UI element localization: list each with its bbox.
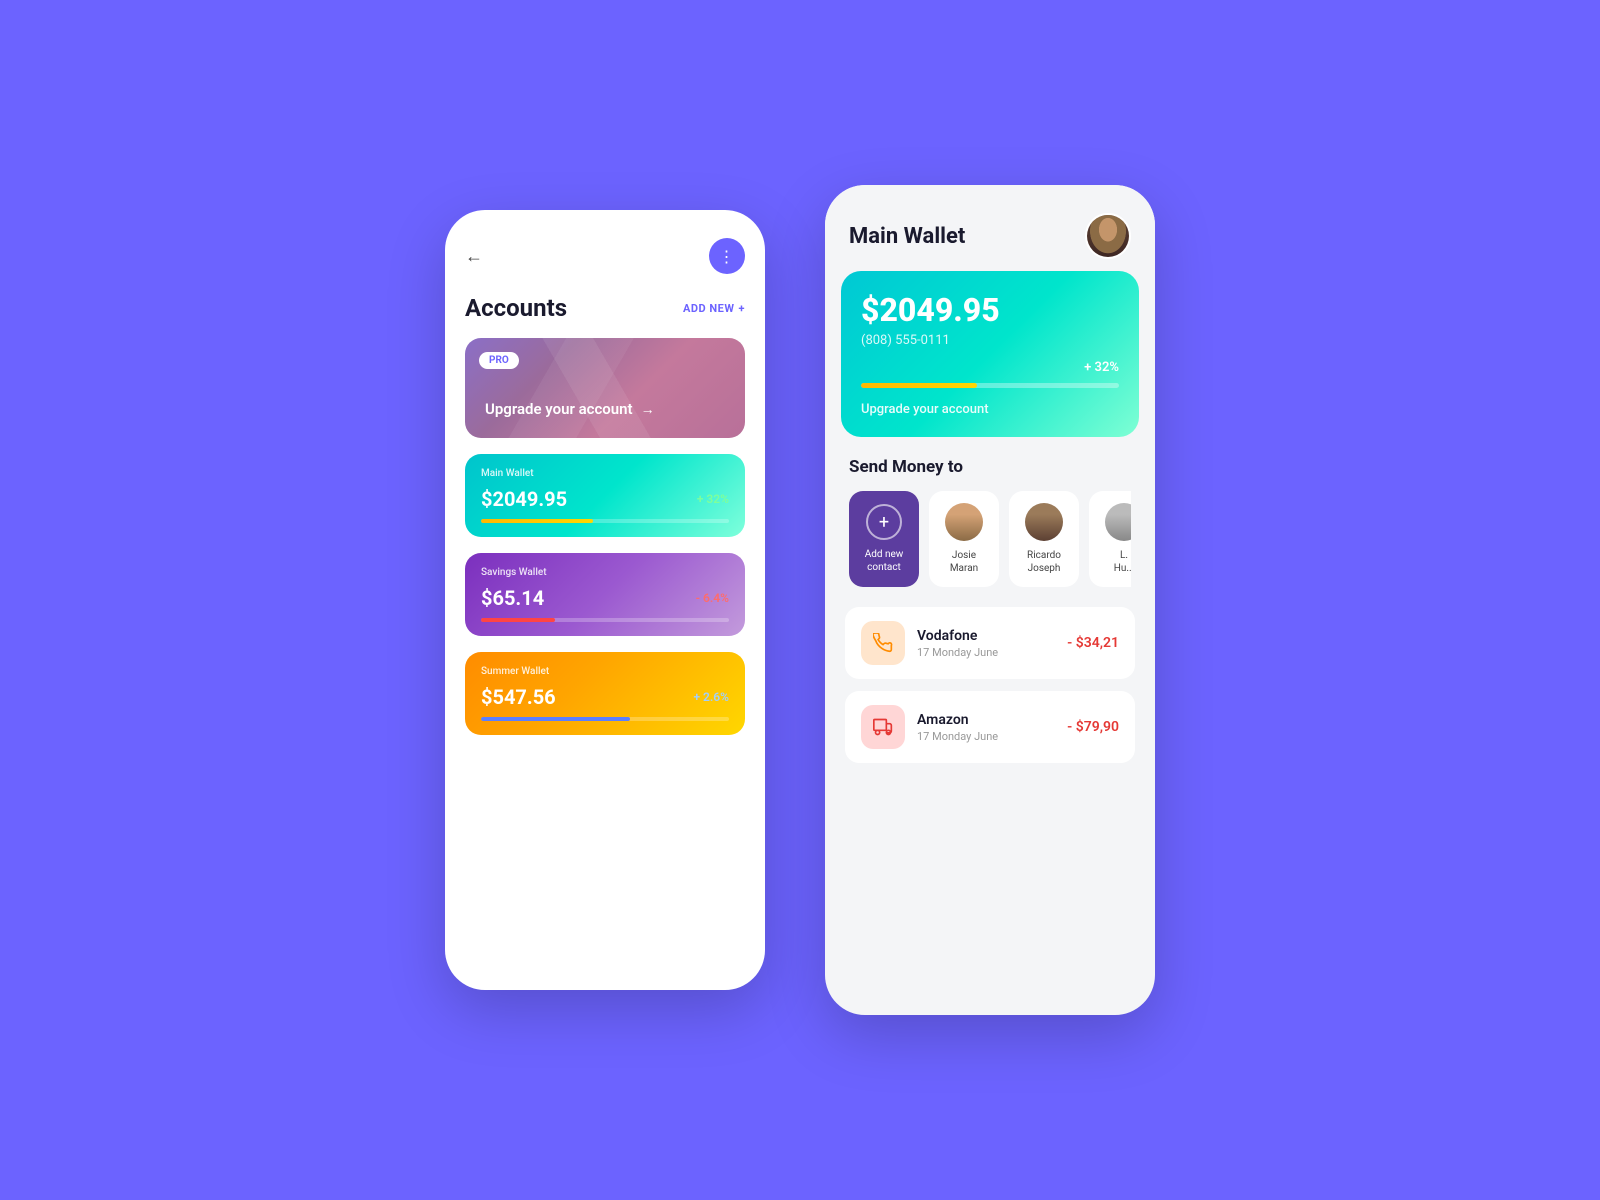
amazon-amount: - $79,90 (1067, 719, 1119, 735)
wallet-name-main: Main Wallet (481, 468, 729, 479)
amazon-icon (861, 705, 905, 749)
contact-ricardo[interactable]: RicardoJoseph (1009, 491, 1079, 587)
amazon-info: Amazon 17 Monday June (917, 712, 1055, 743)
progress-fill-summer (481, 717, 630, 721)
transactions-section: Vodafone 17 Monday June - $34,21 Amazon … (825, 599, 1155, 771)
main-wallet-title: Main Wallet (849, 224, 965, 249)
user-avatar[interactable] (1085, 213, 1131, 259)
wallet-percent-main: + 32% (697, 492, 729, 506)
ricardo-name: RicardoJoseph (1027, 549, 1061, 575)
main-progress-fill (861, 383, 977, 388)
menu-button[interactable]: ⋮ (709, 238, 745, 274)
arrow-right-icon: → (641, 401, 655, 418)
right-phone: Main Wallet $2049.95 (808) 555-0111 + 32… (825, 185, 1155, 1015)
vodafone-icon (861, 621, 905, 665)
main-card-percent-row: + 32% (861, 360, 1119, 375)
wallet-percent-summer: + 2.6% (693, 690, 729, 704)
amazon-name: Amazon (917, 712, 1055, 728)
vodafone-info: Vodafone 17 Monday June (917, 628, 1055, 659)
vodafone-date: 17 Monday June (917, 646, 1055, 659)
josie-name: JosieMaran (950, 549, 978, 575)
progress-fill-savings (481, 618, 555, 622)
progress-track-summer (481, 717, 729, 721)
main-percent-badge: + 32% (1084, 360, 1119, 375)
contact-partial[interactable]: L.Hu... (1089, 491, 1131, 587)
progress-track-main (481, 519, 729, 523)
avatar-image (1087, 215, 1129, 257)
progress-track-savings (481, 618, 729, 622)
wallet-amount-summer: $547.56 (481, 685, 556, 709)
send-money-section: Send Money to + Add newcontact JosieMara… (825, 453, 1155, 599)
wallet-percent-savings: - 6.4% (696, 591, 729, 605)
left-phone-header: ← ⋮ (465, 234, 745, 278)
left-phone: ← ⋮ Accounts ADD NEW + PRO Upgrade your … (445, 210, 765, 990)
transaction-vodafone[interactable]: Vodafone 17 Monday June - $34,21 (845, 607, 1135, 679)
transaction-amazon[interactable]: Amazon 17 Monday June - $79,90 (845, 691, 1135, 763)
main-balance: $2049.95 (861, 291, 1119, 329)
contacts-row: + Add newcontact JosieMaran RicardoJosep… (849, 491, 1131, 587)
main-phone-number: (808) 555-0111 (861, 333, 1119, 348)
ricardo-avatar (1025, 503, 1063, 541)
wallet-amount-row-main: $2049.95 + 32% (481, 487, 729, 511)
add-new-plus-icon: + (739, 302, 746, 315)
wallet-amount-main: $2049.95 (481, 487, 567, 511)
add-new-label: ADD NEW (683, 302, 735, 315)
amazon-date: 17 Monday June (917, 730, 1055, 743)
summer-wallet-card[interactable]: Summer Wallet $547.56 + 2.6% (465, 652, 745, 735)
accounts-title-row: Accounts ADD NEW + (465, 294, 745, 322)
partial-avatar (1105, 503, 1131, 541)
right-phone-header: Main Wallet (825, 185, 1155, 271)
partial-name: L.Hu... (1114, 549, 1131, 575)
add-contact-icon: + (866, 504, 902, 540)
pro-upgrade-card[interactable]: PRO Upgrade your account → (465, 338, 745, 438)
main-progress-track (861, 383, 1119, 388)
accounts-title: Accounts (465, 294, 567, 322)
savings-wallet-card[interactable]: Savings Wallet $65.14 - 6.4% (465, 553, 745, 636)
upgrade-label: Upgrade your account → (485, 400, 725, 418)
add-contact-card[interactable]: + Add newcontact (849, 491, 919, 587)
upgrade-account-label: Upgrade your account (861, 402, 1119, 417)
josie-avatar (945, 503, 983, 541)
wallet-amount-savings: $65.14 (481, 586, 544, 610)
wallet-name-savings: Savings Wallet (481, 567, 729, 578)
add-contact-label: Add newcontact (865, 548, 904, 574)
menu-dots-icon: ⋮ (719, 247, 736, 266)
vodafone-amount: - $34,21 (1067, 635, 1119, 651)
wallet-name-summer: Summer Wallet (481, 666, 729, 677)
wallet-amount-row-summer: $547.56 + 2.6% (481, 685, 729, 709)
add-new-button[interactable]: ADD NEW + (683, 302, 745, 315)
contact-josie[interactable]: JosieMaran (929, 491, 999, 587)
vodafone-name: Vodafone (917, 628, 1055, 644)
pro-badge: PRO (479, 352, 519, 369)
wallet-amount-row-savings: $65.14 - 6.4% (481, 586, 729, 610)
back-icon[interactable]: ← (465, 246, 483, 267)
main-wallet-large-card[interactable]: $2049.95 (808) 555-0111 + 32% Upgrade yo… (841, 271, 1139, 437)
main-wallet-card[interactable]: Main Wallet $2049.95 + 32% (465, 454, 745, 537)
send-money-title: Send Money to (849, 457, 1131, 477)
progress-fill-main (481, 519, 593, 523)
